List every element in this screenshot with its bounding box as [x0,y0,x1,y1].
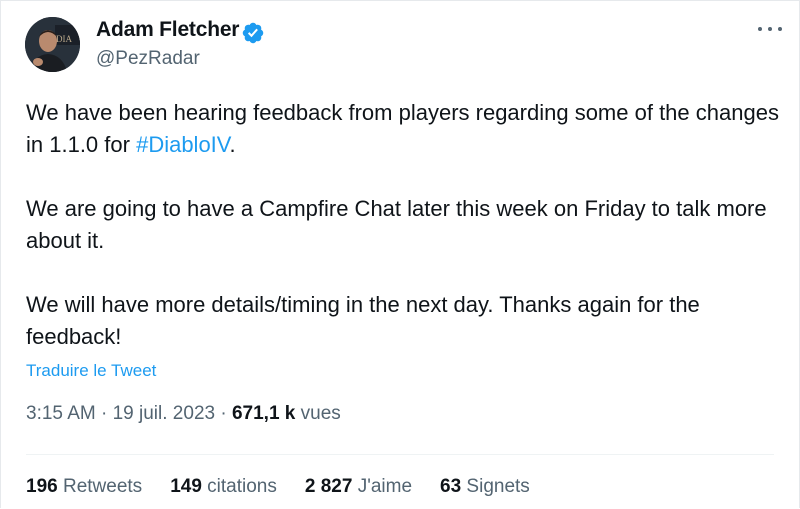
tweet-paragraph-1: We have been hearing feedback from playe… [26,97,781,161]
dot [758,27,762,31]
bookmarks-stat[interactable]: 63 Signets [440,476,530,498]
meta-separator: · [215,403,232,424]
views-count: 671,1 k [231,403,296,424]
bookmarks-label: Signets [461,476,530,497]
tweet-card: DIA Adam Fletcher @PezRadar We have been… [0,0,800,508]
likes-stat[interactable]: 2 827 J'aime [305,476,412,498]
likes-count: 2 827 [304,476,353,497]
retweets-stat[interactable]: 196 Retweets [26,476,142,498]
tweet-time[interactable]: 3:15 AM [26,403,96,424]
engagement-stats: 196 Retweets 149 citations 2 827 J'aime … [26,476,530,498]
retweets-count: 196 [26,476,58,497]
meta-separator: · [95,403,113,424]
tweet-text-1-end: . [229,132,236,157]
dot [778,27,782,31]
avatar[interactable]: DIA [25,17,80,72]
dot [768,27,772,31]
views-label: vues [295,403,341,424]
svg-text:DIA: DIA [56,34,72,44]
more-options-icon[interactable] [758,21,782,37]
tweet-meta: 3:15 AM · 19 juil. 2023 · 671,1 k vues [26,403,341,425]
translate-tweet-link[interactable]: Traduire le Tweet [26,361,156,381]
quotes-label: citations [201,476,277,497]
author-name[interactable]: Adam Fletcher [96,18,239,42]
hashtag-link[interactable]: #DiabloIV [136,132,229,157]
tweet-paragraph-3: We will have more details/timing in the … [26,292,700,349]
quotes-stat[interactable]: 149 citations [170,476,277,498]
bookmarks-count: 63 [440,476,462,497]
divider [26,454,774,455]
retweets-label: Retweets [57,476,143,497]
quotes-count: 149 [170,476,202,497]
author-handle[interactable]: @PezRadar [96,48,200,70]
tweet-text: We have been hearing feedback from playe… [26,97,781,385]
avatar-image: DIA [25,17,80,72]
tweet-paragraph-2: We are going to have a Campfire Chat lat… [26,196,767,253]
tweet-date[interactable]: 19 juil. 2023 [113,403,215,424]
verified-badge-icon [242,22,264,44]
likes-label: J'aime [352,476,413,497]
